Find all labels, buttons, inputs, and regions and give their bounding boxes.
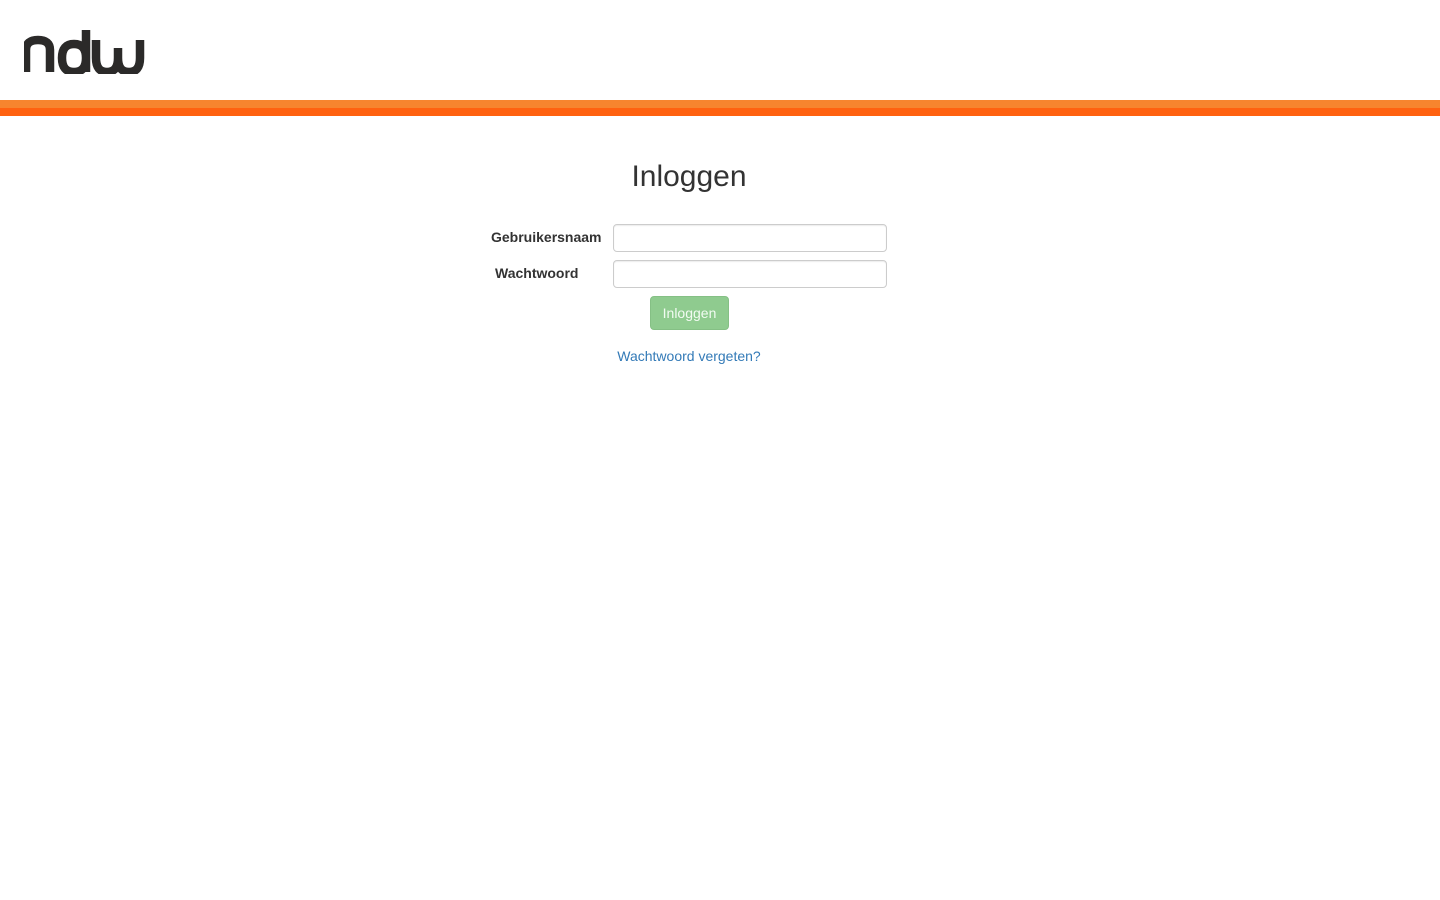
page-header [0, 0, 1440, 100]
page-title: Inloggen [631, 160, 747, 193]
password-input[interactable] [613, 260, 887, 288]
password-label: Wachtwoord [495, 265, 579, 281]
header-stripe-light [0, 100, 1440, 108]
ndw-logo [24, 30, 145, 74]
forgot-password-link[interactable]: Wachtwoord vergeten? [0, 348, 1378, 364]
username-label: Gebruikersnaam [491, 229, 602, 245]
header-stripe-dark [0, 108, 1440, 116]
login-button[interactable]: Inloggen [650, 296, 729, 330]
username-input[interactable] [613, 224, 887, 252]
